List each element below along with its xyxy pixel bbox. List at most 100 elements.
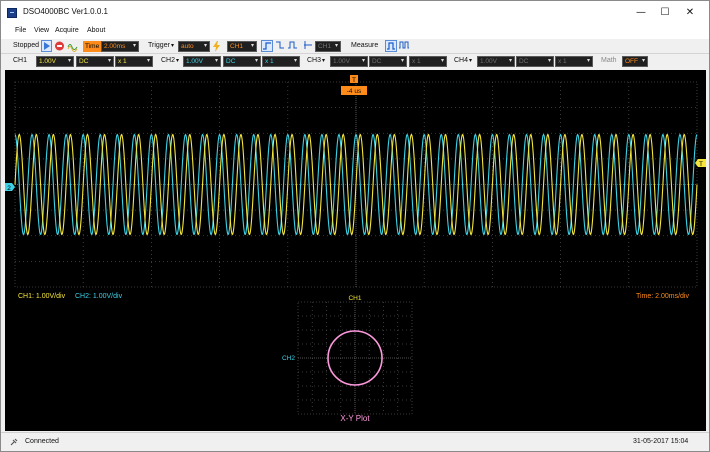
stop-button[interactable] [54,40,65,52]
trigger-menu-arrow-icon[interactable]: ▾ [171,42,174,49]
chevron-down-icon: ▾ [641,58,645,64]
ch3-menu-arrow-icon[interactable]: ▾ [322,57,325,64]
trigger-level-marker-text: T [699,161,703,168]
chevron-down-icon: ▾ [203,43,207,49]
double-pulse-icon [399,41,409,49]
ch3-coupling-select[interactable]: DC ▾ [369,56,407,67]
trigger-level-marker[interactable]: T [695,159,706,168]
measure-label: Measure [351,42,379,49]
ch3-probe-select[interactable]: x 1 ▾ [409,56,447,67]
status-datetime: 31-05-2017 15:04 [633,438,689,445]
auto-set-button[interactable] [67,40,78,52]
minimize-button[interactable]: — [634,6,648,20]
ch4-coupling-select[interactable]: DC ▾ [516,56,554,67]
chevron-down-icon: ▾ [440,58,444,64]
chevron-down-icon: ▾ [334,43,338,49]
chevron-down-icon: ▾ [361,58,365,64]
force-trigger-icon[interactable] [212,41,221,52]
wave-icon [67,44,78,52]
pulse-icon [387,42,395,50]
trigger-level-button[interactable] [303,40,314,52]
ch1-volts-value: 1.00V [39,58,56,65]
ch4-coupling-value: DC [519,58,529,65]
chevron-down-icon: ▾ [547,58,551,64]
falling-edge-button[interactable] [275,40,286,52]
xy-plot-title: X-Y Plot [340,414,370,423]
chevron-down-icon: ▾ [254,58,258,64]
ch3-volts-select[interactable]: 1.00V ▾ [330,56,368,67]
chevron-down-icon: ▾ [250,43,254,49]
chevron-down-icon: ▾ [146,58,150,64]
ch1-scale-readout: CH1: 1.00V/div [18,293,66,300]
ch2-marker-text: 2 [7,185,11,192]
trigger-source-value: CH1 [230,43,244,50]
xy-plot-grid [297,301,413,415]
ch1-coupling-select[interactable]: DC ▾ [76,56,114,67]
chevron-down-icon: ▾ [508,58,512,64]
trigger-level-source-select[interactable]: CH1 ▾ [315,41,341,52]
trigger-mode-value: auto [181,43,194,50]
ch3-label: CH3 [307,57,322,64]
ch2-probe-select[interactable]: x 1 ▾ [262,56,300,67]
time-base-value: 2.00ms [104,43,126,50]
chevron-down-icon: ▾ [400,58,404,64]
xy-x-axis-label: CH1 [348,295,361,302]
pulse-icon [288,41,297,49]
math-value: OFF [625,58,638,65]
scope-display: T -4 us 2 T CH1: 1.00V/div CH2: 1.00V/di… [5,70,706,431]
toolbar: Stopped Time 2.00ms ▾ Trigger ▾ auto ▾ CH1… [1,39,709,54]
scope-canvas: T -4 us 2 T CH1: 1.00V/div CH2: 1.00V/di… [5,75,706,423]
chevron-down-icon: ▾ [586,58,590,64]
ch2-scale-readout: CH2: 1.00V/div [75,293,123,300]
trigger-top-marker-text: T [352,77,356,84]
measure-pulse-button[interactable] [385,40,397,52]
ch4-label: CH4 [454,57,469,64]
trigger-position-marker[interactable]: T [350,75,358,84]
ch2-probe-value: x 1 [265,58,274,65]
ch2-coupling-select[interactable]: DC ▾ [223,56,261,67]
chevron-down-icon: ▾ [293,58,297,64]
rising-edge-button[interactable] [261,40,273,52]
maximize-button[interactable]: ☐ [658,6,672,20]
ch1-volts-select[interactable]: 1.00V ▾ [36,56,74,67]
math-select[interactable]: OFF ▾ [622,56,648,67]
app-window: DSO4000BC Ver1.0.0.1 — ☐ ✕ File View Acq… [0,0,710,452]
ch3-coupling-value: DC [372,58,382,65]
pulse-trigger-button[interactable] [287,40,299,52]
menu-about[interactable]: About [87,27,105,34]
time-base-select[interactable]: 2.00ms ▾ [101,41,139,52]
trigger-source-select[interactable]: CH1 ▾ [227,41,257,52]
ch2-offset-marker[interactable]: 2 [5,183,15,192]
menu-acquire[interactable]: Acquire [55,27,79,34]
measure-period-button[interactable] [398,40,410,52]
menu-bar: File View Acquire About [1,25,709,39]
chevron-down-icon: ▾ [67,58,71,64]
play-icon [44,42,50,50]
ch4-volts-value: 1.00V [480,58,497,65]
trigger-level-icon [304,41,312,49]
ch4-probe-value: x 1 [558,58,567,65]
ch2-volts-select[interactable]: 1.00V ▾ [183,56,221,67]
falling-edge-icon [276,41,284,49]
connection-icon [10,438,18,446]
trigger-offset-label: -4 us [347,88,362,95]
ch3-probe-value: x 1 [412,58,421,65]
window-title: DSO4000BC Ver1.0.0.1 [23,7,108,16]
ch2-menu-arrow-icon[interactable]: ▾ [176,57,179,64]
xy-y-axis-label: CH2 [282,355,295,362]
time-label: Time [83,41,102,52]
trigger-label: Trigger [148,42,170,49]
menu-file[interactable]: File [15,27,26,34]
ch1-probe-select[interactable]: x 1 ▾ [115,56,153,67]
ch2-label: CH2 [161,57,176,64]
ch2-volts-value: 1.00V [186,58,203,65]
run-button[interactable] [41,40,52,52]
ch4-menu-arrow-icon[interactable]: ▾ [469,57,472,64]
ch4-volts-select[interactable]: 1.00V ▾ [477,56,515,67]
menu-view[interactable]: View [34,27,49,34]
close-button[interactable]: ✕ [683,6,697,20]
trigger-mode-select[interactable]: auto ▾ [178,41,210,52]
chevron-down-icon: ▾ [132,43,136,49]
ch1-coupling-value: DC [79,58,89,65]
ch4-probe-select[interactable]: x 1 ▾ [555,56,593,67]
